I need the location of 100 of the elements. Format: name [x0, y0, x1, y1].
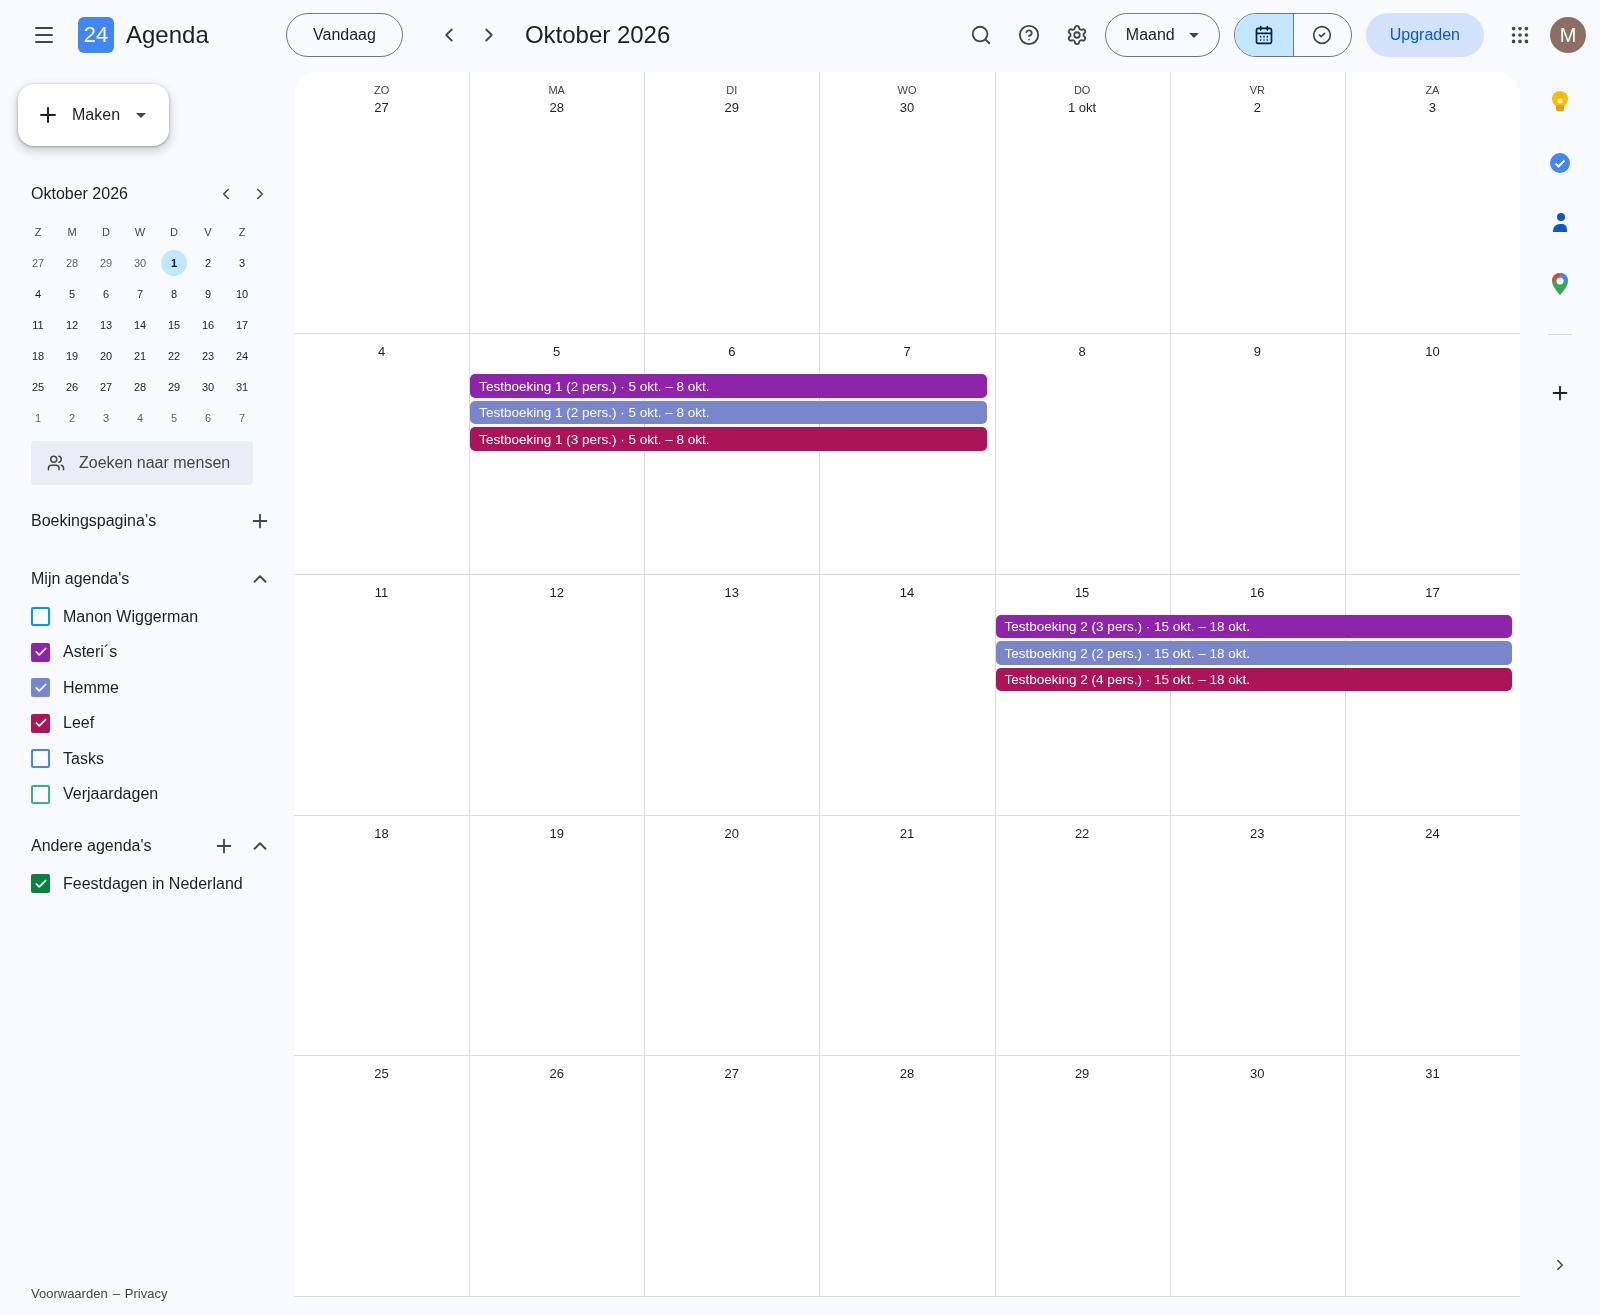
- day-number[interactable]: 9: [1253, 344, 1261, 360]
- day-number[interactable]: 23: [1250, 825, 1265, 841]
- map-pin-icon[interactable]: [1550, 272, 1570, 296]
- calendar-checkbox[interactable]: [31, 642, 50, 662]
- calendar-name: Manon Wiggerman: [63, 607, 199, 626]
- mini-calendar-day[interactable]: 5: [161, 404, 187, 431]
- day-number[interactable]: 27: [374, 100, 389, 115]
- mini-calendar-day[interactable]: 9: [195, 280, 221, 307]
- mini-calendar-day[interactable]: 6: [93, 280, 119, 307]
- day-number[interactable]: 11: [374, 585, 389, 600]
- mini-calendar-day[interactable]: 1: [161, 249, 187, 276]
- mini-calendar-day[interactable]: 29: [161, 373, 187, 400]
- day-number[interactable]: 24: [1425, 825, 1440, 841]
- day-number[interactable]: 17: [1425, 585, 1440, 600]
- mini-calendar-day[interactable]: 28: [127, 373, 153, 400]
- check-circle-icon[interactable]: [1549, 152, 1571, 174]
- mini-calendar-day[interactable]: 31: [229, 373, 255, 400]
- day-number[interactable]: 4: [377, 344, 386, 360]
- mini-calendar-day[interactable]: 4: [25, 280, 51, 307]
- mini-calendar-day[interactable]: 20: [93, 342, 119, 369]
- day-number[interactable]: 29: [724, 100, 740, 115]
- mini-calendar-day[interactable]: 25: [25, 373, 51, 400]
- day-number[interactable]: 15: [1074, 585, 1090, 600]
- calendar-checkbox[interactable]: [31, 784, 50, 804]
- day-number[interactable]: 16: [1250, 585, 1265, 600]
- day-number[interactable]: 29: [1074, 1066, 1090, 1082]
- mini-calendar-day[interactable]: 24: [229, 342, 255, 369]
- mini-calendar-day[interactable]: 30: [195, 373, 221, 400]
- day-number[interactable]: 30: [899, 100, 915, 115]
- mini-calendar-day[interactable]: 16: [195, 311, 221, 338]
- event-bar[interactable]: Testboeking 1 (3 pers.) · 5 okt. – 8 okt.: [470, 427, 987, 451]
- day-number[interactable]: 28: [899, 1066, 915, 1082]
- day-number[interactable]: 30: [1250, 1066, 1265, 1082]
- day-number[interactable]: 13: [724, 585, 740, 600]
- people-search-field[interactable]: Zoeken naar mensen: [31, 441, 253, 485]
- footer-link[interactable]: Voorwaarden: [31, 1286, 108, 1301]
- event-bar[interactable]: Testboeking 2 (4 pers.) · 15 okt. – 18 okt.: [995, 668, 1512, 692]
- day-number[interactable]: 1 okt: [1068, 100, 1097, 115]
- day-number[interactable]: 5: [553, 344, 561, 360]
- upgrade-button[interactable]: Upgraden: [1365, 13, 1484, 57]
- mini-calendar-day[interactable]: 17: [229, 311, 255, 338]
- day-number[interactable]: 19: [549, 825, 564, 841]
- mini-calendar-day[interactable]: 3: [93, 404, 119, 431]
- day-number[interactable]: 2: [1253, 100, 1261, 115]
- day-number[interactable]: 18: [374, 825, 389, 841]
- people-search-field[interactable]: Zoeken naar mensen: [77, 453, 237, 473]
- day-number[interactable]: 31: [1425, 1066, 1440, 1082]
- mini-calendar-day[interactable]: 7: [229, 404, 255, 431]
- calendar-checkbox[interactable]: [31, 713, 50, 733]
- avatar[interactable]: M: [1550, 17, 1586, 53]
- mini-calendar-day[interactable]: 3: [229, 249, 255, 276]
- day-number[interactable]: 25: [374, 1066, 389, 1082]
- mini-calendar-day[interactable]: 30: [127, 249, 153, 276]
- event-bar[interactable]: Testboeking 1 (2 pers.) · 5 okt. – 8 okt.: [470, 374, 987, 398]
- mini-calendar-day[interactable]: 23: [195, 342, 221, 369]
- mini-calendar-day[interactable]: 2: [59, 404, 85, 431]
- mini-calendar-day[interactable]: 6: [195, 404, 221, 431]
- day-number[interactable]: 28: [549, 100, 564, 115]
- calendar-checkbox[interactable]: [31, 607, 50, 627]
- mini-calendar-day[interactable]: 15: [161, 311, 187, 338]
- mini-calendar-day[interactable]: 11: [25, 311, 51, 338]
- day-number[interactable]: 27: [724, 1066, 740, 1082]
- mini-calendar-day[interactable]: 4: [127, 404, 153, 431]
- calendar-checkbox[interactable]: [31, 874, 50, 894]
- mini-calendar-day[interactable]: 12: [59, 311, 85, 338]
- mini-calendar-day[interactable]: 10: [229, 280, 255, 307]
- event-bar[interactable]: Testboeking 2 (3 pers.) · 15 okt. – 18 okt.: [995, 615, 1512, 639]
- mini-calendar-day[interactable]: 28: [59, 249, 85, 276]
- calendar-view-button[interactable]: [1234, 14, 1293, 56]
- day-number[interactable]: 12: [549, 585, 564, 600]
- mini-calendar-day[interactable]: 2: [195, 249, 221, 276]
- day-number[interactable]: 20: [724, 825, 740, 841]
- mini-calendar-day[interactable]: 27: [93, 373, 119, 400]
- day-number[interactable]: 22: [1074, 825, 1090, 841]
- mini-calendar-day[interactable]: 14: [127, 311, 153, 338]
- mini-calendar-day[interactable]: 21: [127, 342, 153, 369]
- day-number[interactable]: 10: [1425, 344, 1440, 360]
- person-icon[interactable]: [1550, 212, 1570, 234]
- calendar-checkbox[interactable]: [31, 749, 50, 769]
- mini-calendar-day[interactable]: 5: [59, 280, 85, 307]
- mini-calendar-day[interactable]: 22: [161, 342, 187, 369]
- mini-calendar-day[interactable]: 27: [25, 249, 51, 276]
- footer-link[interactable]: Privacy: [124, 1286, 168, 1301]
- mini-calendar-day[interactable]: 8: [161, 280, 187, 307]
- mini-calendar-day[interactable]: 26: [59, 373, 85, 400]
- mini-calendar-day[interactable]: 19: [59, 342, 85, 369]
- calendar-checkbox[interactable]: [31, 678, 50, 698]
- day-number[interactable]: 8: [1078, 344, 1086, 360]
- mini-calendar-day[interactable]: 29: [93, 249, 119, 276]
- mini-calendar-day[interactable]: 1: [25, 404, 51, 431]
- mini-calendar-day[interactable]: 18: [25, 342, 51, 369]
- day-number[interactable]: 21: [899, 825, 915, 841]
- day-number[interactable]: 6: [728, 344, 736, 360]
- day-number[interactable]: 14: [899, 585, 915, 600]
- mini-calendar-day[interactable]: 13: [93, 311, 119, 338]
- create-button[interactable]: Maken: [18, 84, 169, 146]
- mini-calendar-day[interactable]: 7: [127, 280, 153, 307]
- day-number[interactable]: 3: [1428, 100, 1437, 115]
- day-number[interactable]: 7: [903, 344, 911, 360]
- day-number[interactable]: 26: [549, 1066, 564, 1082]
